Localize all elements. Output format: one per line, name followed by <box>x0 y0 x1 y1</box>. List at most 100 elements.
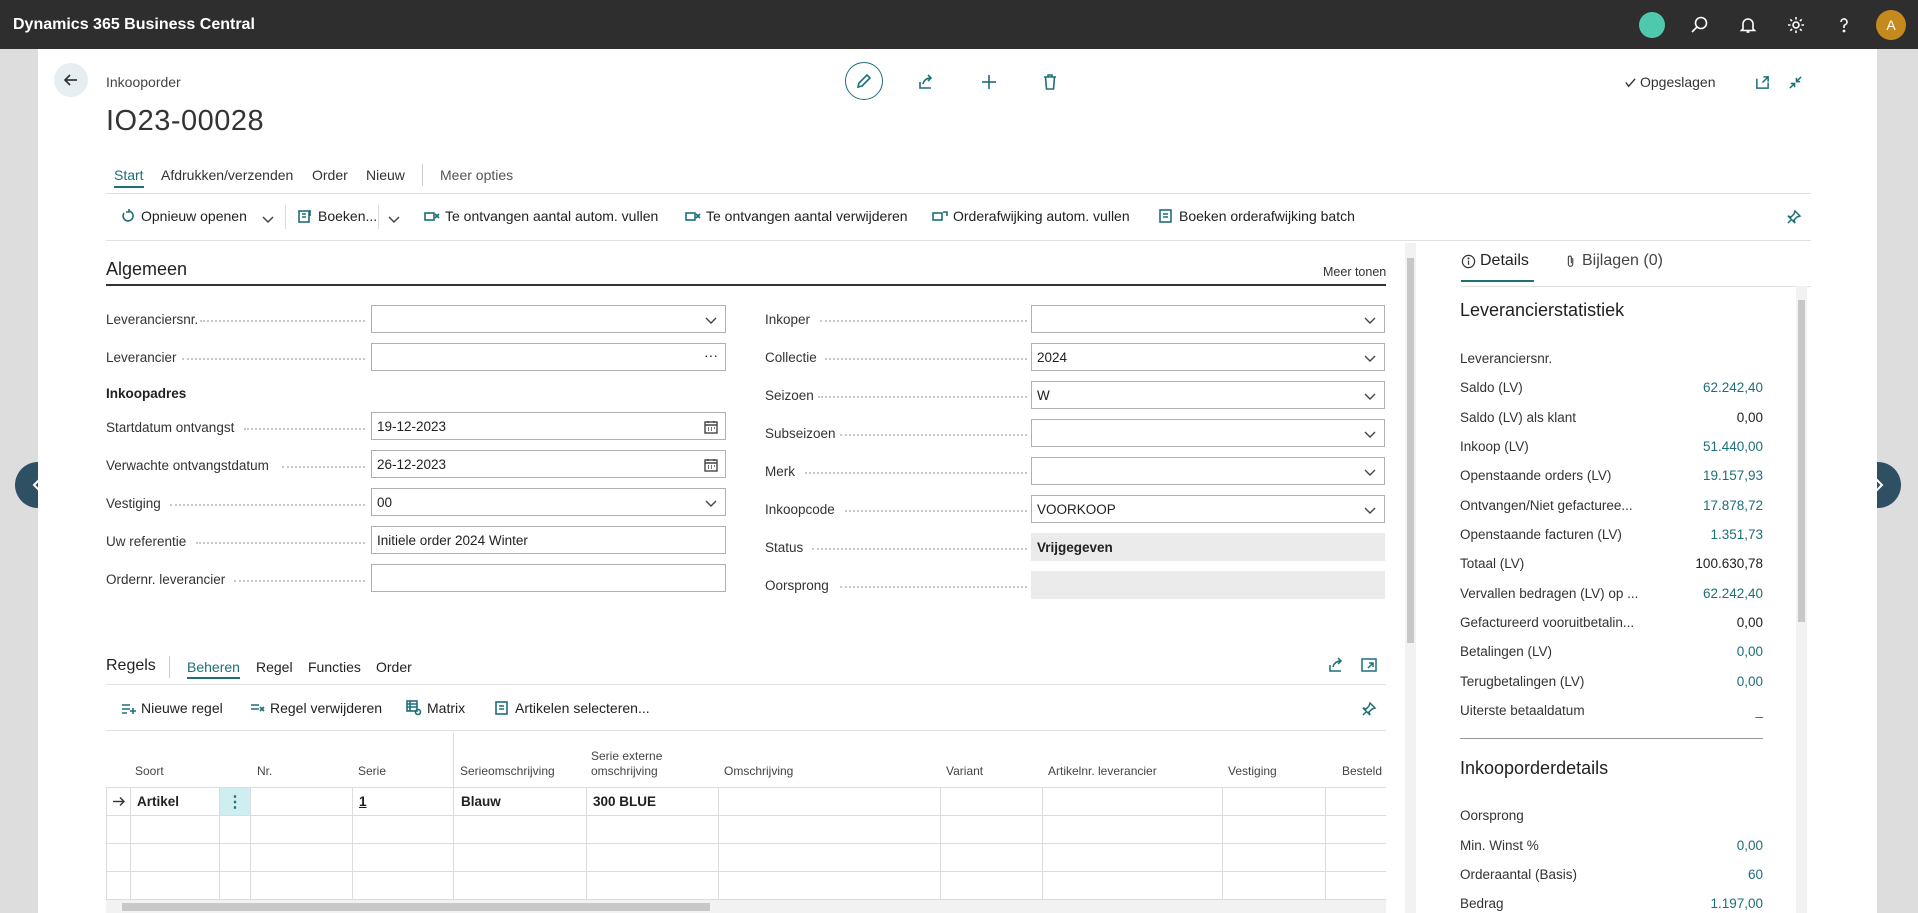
status-field: Vrijgegeven <box>1031 533 1385 561</box>
subseason-field[interactable] <box>1031 419 1385 447</box>
bell-icon[interactable] <box>1724 0 1772 49</box>
gear-icon[interactable] <box>1772 0 1820 49</box>
col-header-series[interactable]: Serie <box>358 764 386 779</box>
lines-tab-line[interactable]: Regel <box>256 659 293 675</box>
avatar[interactable]: A <box>1876 9 1906 40</box>
reopen-dropdown-chevron-down-icon[interactable] <box>261 212 275 226</box>
fb-refunds-value[interactable]: 0,00 <box>1737 674 1763 689</box>
tab-meer-opties[interactable]: Meer opties <box>440 167 513 183</box>
fb-overdue-amounts-value[interactable]: 62.242,40 <box>1703 586 1763 601</box>
autofill-qty-to-receive-button[interactable]: Te ontvangen aantal autom. vullen <box>424 208 658 224</box>
fb-amount-value[interactable]: 1.197,00 <box>1710 896 1763 911</box>
post-dropdown-chevron-down-icon[interactable] <box>387 212 401 226</box>
share-button[interactable] <box>914 72 938 92</box>
delete-button[interactable] <box>1038 72 1062 92</box>
delete-qty-to-receive-button[interactable]: Te ontvangen aantal verwijderen <box>685 208 908 224</box>
purchase-order-details-title[interactable]: Inkooporderdetails <box>1460 758 1608 779</box>
subseason-label: Subseizoen <box>765 426 836 441</box>
main-scrollbar-thumb[interactable] <box>1407 258 1414 643</box>
show-more-link[interactable]: Meer tonen <box>1323 265 1386 279</box>
tab-afdrukken-verzenden[interactable]: Afdrukken/verzenden <box>161 167 293 183</box>
lines-tab-functions[interactable]: Functies <box>308 659 361 675</box>
matrix-icon <box>406 700 422 716</box>
help-icon[interactable] <box>1820 0 1868 49</box>
autofill-order-deviation-button[interactable]: Orderafwijking autom. vullen <box>932 208 1130 224</box>
fb-outstanding-invoices-value[interactable]: 1.351,73 <box>1710 527 1763 542</box>
vendor-field[interactable]: ··· <box>371 343 726 371</box>
pin-icon[interactable] <box>1361 701 1377 717</box>
fb-outstanding-orders-value[interactable]: 19.157,93 <box>1703 468 1763 483</box>
factbox-scrollbar-thumb[interactable] <box>1798 300 1805 622</box>
expand-icon[interactable] <box>1360 656 1378 674</box>
vendor-statistics-title[interactable]: Leverancierstatistiek <box>1460 300 1624 321</box>
row-type-cell[interactable]: Artikel <box>137 794 179 809</box>
chevron-down-icon <box>1364 317 1376 324</box>
your-reference-field[interactable]: Initiele order 2024 Winter <box>371 526 726 554</box>
vendor-no-field[interactable] <box>371 305 726 333</box>
factbox-tab-details[interactable]: Details <box>1461 252 1529 270</box>
season-field[interactable]: W <box>1031 381 1385 409</box>
new-line-button[interactable]: Nieuwe regel <box>120 700 223 716</box>
select-items-label: Artikelen selecteren... <box>515 700 650 716</box>
factbox-tab-attachments-label: Bijlagen (0) <box>1582 252 1663 269</box>
collection-field[interactable]: 2024 <box>1031 343 1385 371</box>
lines-horizontal-scrollbar-thumb[interactable] <box>122 903 710 911</box>
col-header-vendor-item-no[interactable]: Artikelnr. leverancier <box>1048 764 1157 779</box>
row-series-description-cell[interactable]: Blauw <box>461 794 501 809</box>
fb-payments-value[interactable]: 0,00 <box>1737 644 1763 659</box>
back-button[interactable] <box>54 63 88 97</box>
purchase-code-field[interactable]: VOORKOOP <box>1031 495 1385 523</box>
collapse-button[interactable] <box>1785 72 1805 92</box>
lines-tab-order[interactable]: Order <box>376 659 412 675</box>
status-indicator[interactable] <box>1628 0 1676 49</box>
col-header-type[interactable]: Soort <box>135 764 164 779</box>
col-header-series-description[interactable]: Serieomschrijving <box>460 764 555 779</box>
vendor-no-label: Leveranciersnr. <box>106 312 199 327</box>
col-header-location[interactable]: Vestiging <box>1228 764 1277 779</box>
select-items-button[interactable]: Artikelen selecteren... <box>494 700 650 716</box>
row-series-cell[interactable]: 1 <box>359 794 367 809</box>
receipt-start-date-field[interactable]: 19-12-2023 <box>371 412 726 440</box>
share-icon[interactable] <box>1327 656 1345 674</box>
search-icon[interactable] <box>1676 0 1724 49</box>
post-button[interactable]: Boeken... <box>297 208 377 224</box>
col-header-description[interactable]: Omschrijving <box>724 764 793 779</box>
col-header-ordered[interactable]: Besteld <box>1342 764 1382 779</box>
receipt-start-date-value: 19-12-2023 <box>377 419 447 434</box>
fb-balance-value[interactable]: 62.242,40 <box>1703 380 1763 395</box>
brand-field[interactable] <box>1031 457 1385 485</box>
row-external-description-cell[interactable]: 300 BLUE <box>593 794 656 809</box>
pin-icon[interactable] <box>1786 209 1802 225</box>
lines-divider-line <box>106 730 1386 731</box>
delete-line-button[interactable]: Regel verwijderen <box>249 700 382 716</box>
location-field[interactable]: 00 <box>371 488 726 516</box>
edit-button[interactable] <box>845 62 883 100</box>
reopen-button[interactable]: Opnieuw openen <box>120 208 247 224</box>
matrix-button[interactable]: Matrix <box>406 700 465 716</box>
expected-receipt-date-field[interactable]: 26-12-2023 <box>371 450 726 478</box>
col-header-series-external-description[interactable]: Serie externe omschrijving <box>591 749 691 779</box>
tab-order[interactable]: Order <box>312 167 348 183</box>
status-dot-icon <box>1639 11 1665 38</box>
collection-value: 2024 <box>1037 350 1068 365</box>
purchaser-field[interactable] <box>1031 305 1385 333</box>
app-title[interactable]: Dynamics 365 Business Central <box>0 16 255 34</box>
tab-start[interactable]: Start <box>114 167 144 188</box>
col-header-variant[interactable]: Variant <box>946 764 983 779</box>
open-new-window-button[interactable] <box>1752 72 1772 92</box>
fb-order-qty-base-value[interactable]: 60 <box>1748 867 1763 882</box>
section-general-title[interactable]: Algemeen <box>106 259 187 280</box>
col-header-no[interactable]: Nr. <box>257 764 272 779</box>
fb-received-not-invoiced-value[interactable]: 17.878,72 <box>1703 498 1763 513</box>
paperclip-icon <box>1567 255 1574 267</box>
fb-last-payment-date-value[interactable]: _ <box>1755 703 1763 718</box>
row-menu-button[interactable]: ⋮ <box>220 788 250 815</box>
post-order-deviation-batch-button[interactable]: Boeken orderafwijking batch <box>1158 208 1355 224</box>
lines-tab-manage[interactable]: Beheren <box>187 659 240 679</box>
vendor-order-no-field[interactable] <box>371 564 726 592</box>
tab-nieuw[interactable]: Nieuw <box>366 167 405 183</box>
factbox-tab-attachments[interactable]: Bijlagen (0) <box>1564 252 1663 270</box>
fb-min-profit-value[interactable]: 0,00 <box>1737 838 1763 853</box>
new-button[interactable] <box>977 72 1001 92</box>
fb-purchases-value[interactable]: 51.440,00 <box>1703 439 1763 454</box>
